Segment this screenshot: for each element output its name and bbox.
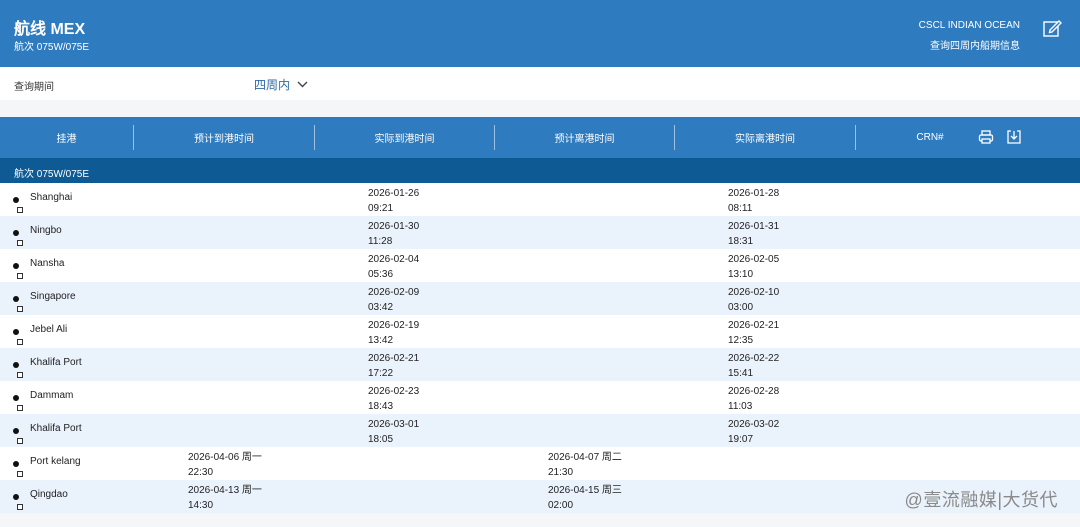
- cell-ata: 2026-02-23 18:43: [368, 386, 420, 412]
- table-row[interactable]: Ningbo 2026-01-30 11:28 2026-01-31 18:31: [0, 216, 1080, 249]
- table-header: 挂港 预计到港时间 实际到港时间 预计离港时间 实际离港时间 CRN#: [0, 117, 1080, 158]
- expand-toggle-icon[interactable]: [17, 372, 23, 378]
- port-marker-dot: [13, 461, 19, 467]
- cell-etd: 2026-04-15 周三 02:00: [548, 485, 622, 511]
- table-row[interactable]: Singapore 2026-02-09 03:42 2026-02-10 03:0…: [0, 282, 1080, 315]
- filter-bar: 查询期间 四周内: [0, 67, 1080, 100]
- expand-toggle-icon[interactable]: [17, 273, 23, 279]
- col-ata: 实际到港时间: [374, 134, 435, 145]
- vessel-name: CSCL INDIAN OCEAN: [918, 20, 1020, 31]
- cell-eta: 2026-04-06 周一 22:30: [188, 452, 262, 478]
- expand-toggle-icon[interactable]: [17, 240, 23, 246]
- port-marker-dot: [13, 494, 19, 500]
- table-row[interactable]: Khalifa Port 2026-02-21 17:22 2026-02-22 1…: [0, 348, 1080, 381]
- col-eta: 预计到港时间: [194, 134, 254, 145]
- schedule-query-note: 查询四周内船期信息: [930, 41, 1020, 52]
- col-port: 挂港: [56, 134, 77, 145]
- port-marker-dot: [13, 296, 19, 302]
- cell-eta: 2026-04-13 周一 14:30: [188, 485, 262, 511]
- header-bar: 航线 MEX 航次 075W/075E CSCL INDIAN OCEAN 查询…: [0, 0, 1080, 67]
- cell-atd: 2026-01-28 08:11: [728, 188, 780, 214]
- table-row[interactable]: Jebel Ali 2026-02-19 13:42 2026-02-21 12:3…: [0, 315, 1080, 348]
- port-name: Nansha: [30, 258, 65, 269]
- cell-atd: 2026-02-21 12:35: [728, 320, 780, 346]
- expand-toggle-icon[interactable]: [17, 405, 23, 411]
- expand-toggle-icon[interactable]: [17, 504, 23, 510]
- col-crn: CRN#: [916, 132, 944, 143]
- cell-atd: 2026-02-28 11:03: [728, 386, 780, 412]
- port-marker-dot: [13, 197, 19, 203]
- edit-icon[interactable]: [1042, 18, 1062, 38]
- expand-toggle-icon[interactable]: [17, 438, 23, 444]
- cell-atd: 2026-02-05 13:10: [728, 254, 780, 280]
- expand-toggle-icon[interactable]: [17, 471, 23, 477]
- expand-toggle-icon[interactable]: [17, 339, 23, 345]
- expand-toggle-icon[interactable]: [17, 306, 23, 312]
- route-title: 航线 MEX: [14, 21, 86, 38]
- table-row[interactable]: Dammam 2026-02-23 18:43 2026-02-28 11:03: [0, 381, 1080, 414]
- voyage-subtitle: 航次 075W/075E: [14, 42, 90, 53]
- port-name: Ningbo: [30, 225, 62, 236]
- port-name: Khalifa Port: [30, 357, 82, 368]
- chevron-down-icon: [297, 81, 308, 88]
- port-marker-dot: [13, 263, 19, 269]
- column-divider: [855, 125, 856, 150]
- cell-ata: 2026-02-09 03:42: [368, 287, 420, 313]
- cell-ata: 2026-01-26 09:21: [368, 188, 420, 214]
- col-atd: 实际离港时间: [735, 134, 795, 145]
- cell-etd: 2026-04-07 周二 21:30: [548, 452, 622, 478]
- cell-ata: 2026-03-01 18:05: [368, 419, 420, 445]
- cell-ata: 2026-02-04 05:36: [368, 254, 420, 280]
- cell-atd: 2026-03-02 19:07: [728, 419, 780, 445]
- port-marker-dot: [13, 428, 19, 434]
- cell-atd: 2026-02-10 03:00: [728, 287, 780, 313]
- schedule-rows: Shanghai 2026-01-26 09:21 2026-01-28 08:11…: [0, 183, 1080, 513]
- expand-toggle-icon[interactable]: [17, 207, 23, 213]
- port-name: Port kelang: [30, 456, 81, 467]
- port-marker-dot: [13, 329, 19, 335]
- table-row[interactable]: Port kelang 2026-04-06 周一 22:30 2026-04-07…: [0, 447, 1080, 480]
- table-row[interactable]: Khalifa Port 2026-03-01 18:05 2026-03-02 1…: [0, 414, 1080, 447]
- query-period-label: 查询期间: [14, 82, 54, 93]
- port-name: Qingdao: [30, 489, 68, 500]
- col-etd: 预计离港时间: [554, 134, 615, 145]
- port-name: Khalifa Port: [30, 423, 82, 434]
- port-name: Jebel Ali: [30, 324, 68, 335]
- query-period-value: 四周内: [254, 78, 291, 92]
- watermark-text: @壹流融媒|大货代: [904, 490, 1058, 510]
- port-name: Shanghai: [30, 192, 73, 203]
- table-row[interactable]: Shanghai 2026-01-26 09:21 2026-01-28 08:11: [0, 183, 1080, 216]
- port-marker-dot: [13, 362, 19, 368]
- port-name: Dammam: [30, 390, 74, 401]
- cell-atd: 2026-02-22 15:41: [728, 353, 780, 379]
- cell-ata: 2026-01-30 11:28: [368, 221, 420, 247]
- query-period-select[interactable]: 四周内: [254, 76, 308, 93]
- download-icon[interactable]: [1006, 129, 1022, 145]
- table-row[interactable]: Nansha 2026-02-04 05:36 2026-02-05 13:10: [0, 249, 1080, 282]
- cell-ata: 2026-02-21 17:22: [368, 353, 420, 379]
- port-marker-dot: [13, 230, 19, 236]
- port-name: Singapore: [30, 291, 76, 302]
- port-marker-dot: [13, 395, 19, 401]
- cell-atd: 2026-01-31 18:31: [728, 221, 780, 247]
- voyage-group-bar: 航次 075W/075E: [0, 158, 1080, 183]
- cell-ata: 2026-02-19 13:42: [368, 320, 420, 346]
- print-icon[interactable]: [978, 129, 994, 145]
